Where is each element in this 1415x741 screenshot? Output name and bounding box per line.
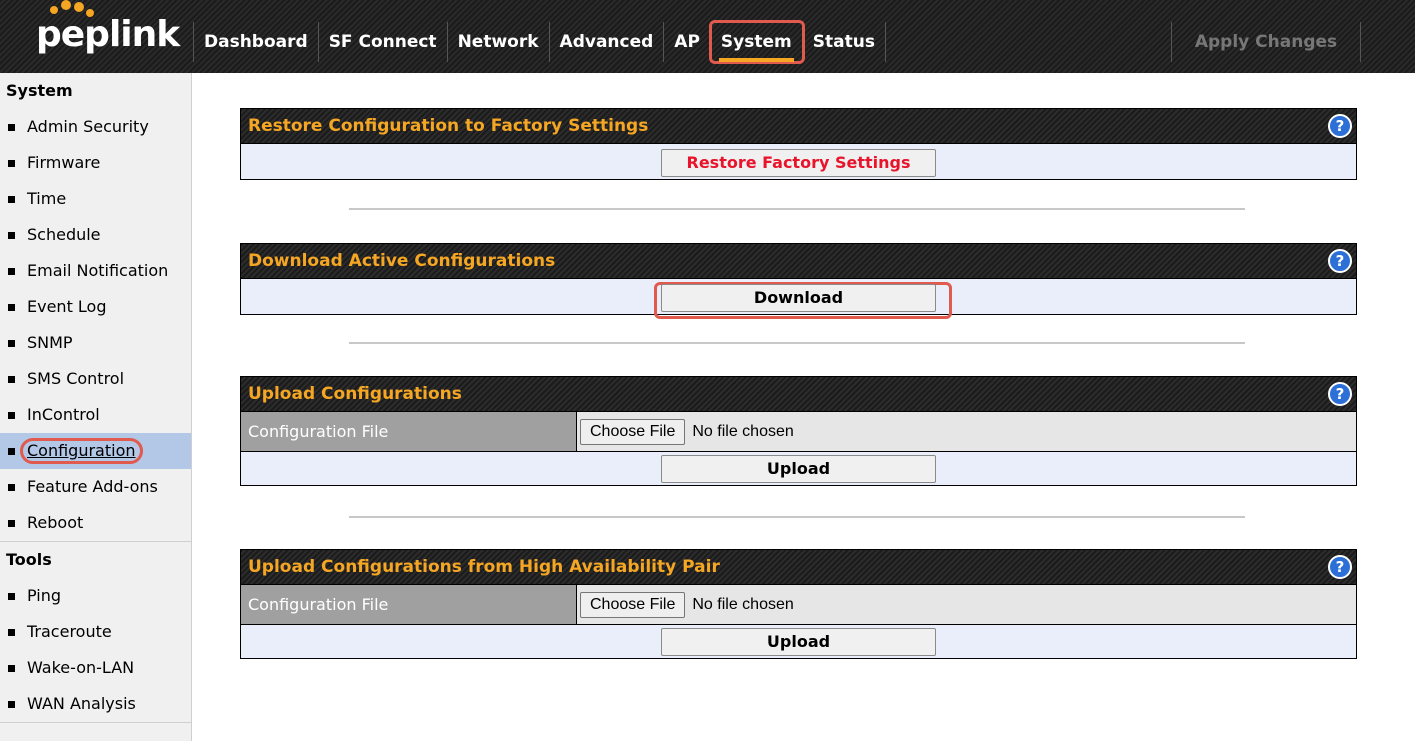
nav-status[interactable]: Status — [803, 22, 886, 62]
ha-config-file-row: Configuration File Choose File No file c… — [241, 584, 1356, 624]
sidebar-section-system: System — [6, 81, 73, 100]
panel-title: Restore Configuration to Factory Setting… — [241, 109, 1356, 143]
ha-file-status: No file chosen — [692, 595, 794, 613]
sidebar-item-event-log[interactable]: Event Log — [0, 289, 191, 325]
upload-ha-config-panel: Upload Configurations from High Availabi… — [240, 549, 1357, 659]
sidebar-item-email-notification[interactable]: Email Notification — [0, 253, 191, 289]
bullet-icon — [8, 700, 15, 708]
sidebar-divider — [0, 722, 191, 723]
bullet-icon — [8, 231, 15, 239]
logo-text: peplink — [36, 14, 180, 55]
sidebar-item-snmp[interactable]: SNMP — [0, 325, 191, 361]
section-divider — [349, 208, 1245, 210]
panel-row: Upload — [241, 624, 1356, 658]
config-file-cell: Choose File No file chosen — [577, 412, 794, 451]
bullet-icon — [8, 664, 15, 672]
restore-factory-settings-button[interactable]: Restore Factory Settings — [661, 149, 936, 177]
panel-row: Upload — [241, 451, 1356, 485]
sidebar-item-reboot[interactable]: Reboot — [0, 505, 191, 541]
section-divider — [349, 342, 1245, 344]
bullet-icon — [8, 628, 15, 636]
sidebar-section-tools: Tools — [6, 550, 52, 569]
sidebar-item-admin-security[interactable]: Admin Security — [0, 109, 191, 145]
ha-choose-file-button[interactable]: Choose File — [580, 591, 686, 618]
nav-ap[interactable]: AP — [664, 22, 711, 62]
sidebar-item-ping[interactable]: Ping — [0, 578, 191, 614]
nav-advanced[interactable]: Advanced — [550, 22, 665, 62]
sidebar-item-incontrol[interactable]: InControl — [0, 397, 191, 433]
panel-row: Download — [241, 278, 1356, 319]
top-bar: peplink Dashboard SF Connect Network Adv… — [0, 0, 1415, 73]
restore-factory-panel: Restore Configuration to Factory Setting… — [240, 108, 1357, 180]
bullet-icon — [8, 411, 15, 419]
bullet-icon — [8, 447, 15, 455]
section-divider — [349, 516, 1245, 518]
config-file-row: Configuration File Choose File No file c… — [241, 411, 1356, 451]
sidebar-item-feature-add-ons[interactable]: Feature Add-ons — [0, 469, 191, 505]
panel-title: Upload Configurations ? — [241, 377, 1356, 411]
sidebar-item-sms-control[interactable]: SMS Control — [0, 361, 191, 397]
nav-sf-connect[interactable]: SF Connect — [319, 22, 448, 62]
sidebar-item-configuration[interactable]: Configuration — [0, 433, 191, 469]
sidebar: System Admin Security Firmware Time Sche… — [0, 73, 192, 741]
sidebar-item-wan-analysis[interactable]: WAN Analysis — [0, 686, 191, 722]
download-config-panel: Download Active Configurations ? Downloa… — [240, 243, 1357, 319]
sidebar-item-firmware[interactable]: Firmware — [0, 145, 191, 181]
help-icon[interactable]: ? — [1328, 114, 1352, 138]
bullet-icon — [8, 375, 15, 383]
apply-changes-button[interactable]: Apply Changes — [1171, 22, 1361, 62]
bullet-icon — [8, 339, 15, 347]
upload-button[interactable]: Upload — [661, 455, 936, 483]
nav-dashboard[interactable]: Dashboard — [193, 22, 319, 62]
bullet-icon — [8, 267, 15, 275]
sidebar-item-schedule[interactable]: Schedule — [0, 217, 191, 253]
sidebar-item-time[interactable]: Time — [0, 181, 191, 217]
help-icon[interactable]: ? — [1328, 382, 1352, 406]
bullet-icon — [8, 303, 15, 311]
help-icon[interactable]: ? — [1328, 555, 1352, 579]
upload-config-panel: Upload Configurations ? Configuration Fi… — [240, 376, 1357, 486]
logo[interactable]: peplink — [0, 0, 192, 73]
ha-upload-button[interactable]: Upload — [661, 628, 936, 656]
sidebar-item-wake-on-lan[interactable]: Wake-on-LAN — [0, 650, 191, 686]
panel-title: Upload Configurations from High Availabi… — [241, 550, 1356, 584]
bullet-icon — [8, 195, 15, 203]
help-icon[interactable]: ? — [1328, 249, 1352, 273]
main-nav: Dashboard SF Connect Network Advanced AP… — [193, 20, 886, 64]
panel-title: Download Active Configurations ? — [241, 244, 1356, 278]
panel-row: Restore Factory Settings — [241, 143, 1356, 179]
sidebar-item-traceroute[interactable]: Traceroute — [0, 614, 191, 650]
ha-config-file-label: Configuration File — [241, 585, 577, 624]
nav-network[interactable]: Network — [448, 22, 550, 62]
bullet-icon — [8, 159, 15, 167]
choose-file-button[interactable]: Choose File — [580, 418, 686, 445]
download-button[interactable]: Download — [661, 284, 936, 312]
file-status: No file chosen — [692, 422, 794, 440]
ha-config-file-cell: Choose File No file chosen — [577, 585, 794, 624]
bullet-icon — [8, 123, 15, 131]
config-file-label: Configuration File — [241, 412, 577, 451]
bullet-icon — [8, 483, 15, 491]
bullet-icon — [8, 592, 15, 600]
nav-system[interactable]: System — [708, 20, 805, 64]
bullet-icon — [8, 519, 15, 527]
